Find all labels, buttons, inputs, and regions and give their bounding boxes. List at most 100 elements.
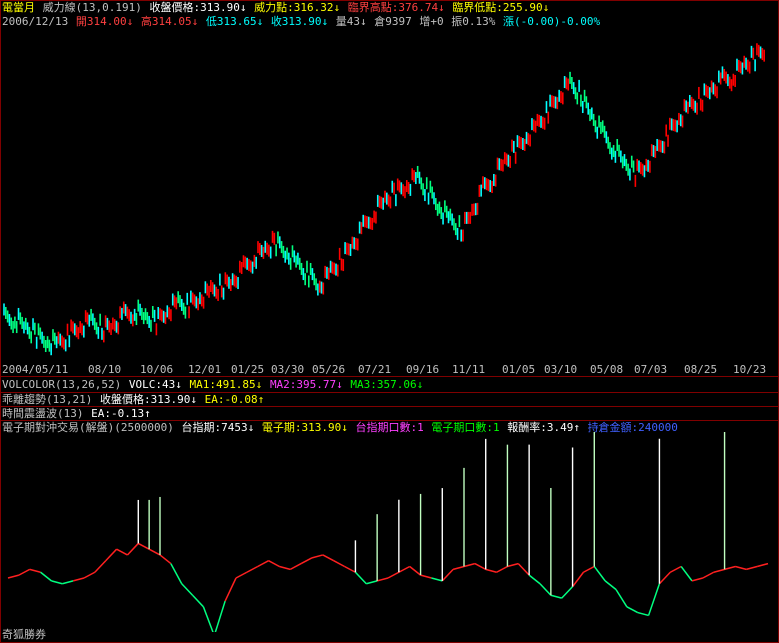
hedge-line-seg-64: [702, 571, 715, 579]
header2-item-3: 低313.65↓: [205, 15, 270, 28]
x-tick-15: 10/23: [733, 363, 767, 376]
hedge-line-seg-7: [83, 571, 96, 579]
hedge-line-seg-31: [344, 565, 356, 573]
deviation-item-2: EA:-0.08↑: [204, 393, 265, 406]
hedge-line-seg-65: [713, 568, 725, 573]
header2-item-9: 漲(-0.00)-0.00%: [503, 15, 601, 28]
x-tick-2: 10/06: [140, 363, 174, 376]
hedge-line-seg-8: [94, 560, 107, 573]
hedge-line-seg-11: [126, 542, 139, 556]
deviation-item-1: 收盤價格:313.90↓: [99, 393, 204, 406]
hedge-line-seg-35: [387, 571, 400, 579]
volcolor-item-4: MA3:357.06↓: [350, 378, 424, 391]
x-tick-11: 03/10: [544, 363, 578, 376]
hedge-line-seg-3: [40, 571, 52, 582]
hedge-line-seg-56: [615, 589, 628, 608]
hedge-line-seg-61: [669, 565, 682, 573]
oscillation-item-0: 時間震盪波(13): [2, 407, 91, 420]
hedge-line-seg-24: [268, 560, 280, 568]
hedge-line-seg-52: [571, 571, 585, 588]
price-chart[interactable]: [0, 30, 779, 362]
separator-1: [0, 376, 779, 377]
hedge-line-seg-1: [18, 568, 31, 576]
hedge-line-seg-49: [539, 583, 552, 596]
hedge-line-seg-59: [647, 583, 661, 616]
hedge-line-seg-20: [224, 577, 237, 602]
x-tick-6: 05/26: [312, 363, 346, 376]
header2-item-1: 開314.00↓: [75, 15, 140, 28]
x-tick-9: 11/11: [452, 363, 486, 376]
hedge-line-seg-16: [181, 583, 194, 596]
x-tick-10: 01/05: [502, 363, 536, 376]
header1-item-4: 臨界高點:376.74↓: [347, 1, 452, 14]
hedge-line-seg-42: [463, 562, 476, 568]
header1-item-2: 收盤價格:313.90↓: [149, 1, 254, 14]
x-tick-0: 2004/05/11: [2, 363, 69, 376]
x-tick-7: 07/21: [358, 363, 392, 376]
hedge-line-seg-39: [431, 577, 443, 582]
header1-item-1: 威力線(13,0.191): [42, 1, 149, 14]
hedge-line-seg-29: [322, 554, 335, 562]
hedge-line-seg-58: [637, 611, 649, 617]
hedge-line-seg-19: [214, 600, 226, 632]
hedge-line-seg-10: [116, 548, 128, 556]
hedge-line-seg-5: [62, 580, 74, 585]
header2-item-2: 高314.05↓: [140, 15, 205, 28]
hedge-line-seg-2: [29, 568, 41, 573]
hedge-line-seg-63: [691, 577, 704, 582]
hedge-line-seg-17: [192, 594, 204, 608]
hedge-line-seg-69: [756, 562, 769, 568]
hedge-line-seg-36: [398, 565, 411, 573]
hedge-line-seg-55: [604, 580, 617, 591]
hedge-line-seg-45: [496, 565, 508, 573]
volcolor-item-3: MA2:395.77↓: [269, 378, 350, 391]
hedge-chart[interactable]: [0, 432, 779, 632]
x-tick-8: 09/16: [406, 363, 440, 376]
hedge-line-seg-43: [474, 562, 487, 571]
hedge-line-seg-22: [246, 565, 259, 573]
deviation-item-0: 乖離趨勢(13,21): [2, 393, 99, 406]
hedge-line-seg-26: [289, 562, 302, 571]
header-line-2: 2006/12/13 開314.00↓ 高314.05↓ 低313.65↓ 收3…: [2, 15, 601, 28]
hedge-line-seg-25: [279, 565, 291, 571]
header2-item-8: 振0.13%: [451, 15, 503, 28]
x-tick-1: 08/10: [88, 363, 122, 376]
hedge-line-seg-6: [72, 577, 85, 582]
deviation-indicator: 乖離趨勢(13,21) 收盤價格:313.90↓ EA:-0.08↑: [2, 393, 265, 406]
hedge-line-seg-48: [528, 574, 541, 585]
volcolor-item-2: MA1:491.85↓: [189, 378, 269, 391]
x-tick-4: 01/25: [231, 363, 265, 376]
hedge-line-seg-33: [366, 580, 378, 585]
oscillation-indicator: 時間震盪波(13) EA:-0.13↑: [2, 407, 152, 420]
hedge-line-seg-50: [550, 594, 562, 599]
header-line-1: 電當月 威力線(13,0.191) 收盤價格:313.90↓ 威力點:316.3…: [2, 1, 550, 14]
hedge-line-seg-32: [354, 571, 367, 585]
header2-item-0: 2006/12/13: [2, 15, 75, 28]
hedge-line-seg-15: [170, 563, 183, 585]
header1-item-0: 電當月: [2, 1, 42, 14]
x-tick-13: 07/03: [634, 363, 668, 376]
volcolor-item-1: VOLC:43↓: [128, 378, 189, 391]
hedge-line-seg-40: [441, 568, 454, 582]
header2-item-5: 量43↓: [335, 15, 374, 28]
hedge-line-seg-4: [51, 580, 63, 585]
header2-item-4: 收313.90↓: [270, 15, 335, 28]
hedge-line-seg-23: [257, 560, 269, 568]
hedge-line-seg-51: [561, 586, 574, 599]
hedge-line-seg-66: [724, 565, 736, 571]
hedge-line-seg-30: [333, 560, 345, 568]
hedge-line-seg-38: [420, 574, 432, 579]
hedge-line-seg-44: [485, 568, 497, 573]
hedge-line-seg-41: [452, 565, 465, 571]
hedge-line-seg-21: [235, 571, 248, 579]
volcolor-item-0: VOLCOLOR(13,26,52): [2, 378, 128, 391]
header2-item-6: 倉9397: [374, 15, 419, 28]
header1-item-5: 臨界低點:255.90↓: [452, 1, 550, 14]
hedge-line-seg-28: [311, 554, 324, 559]
hedge-line-seg-27: [300, 557, 313, 565]
x-tick-14: 08/25: [684, 363, 718, 376]
hedge-line-seg-67: [735, 565, 747, 571]
hedge-line-seg-68: [746, 565, 758, 571]
hedge-line-seg-34: [376, 577, 389, 582]
hedge-line-seg-12: [137, 542, 150, 550]
